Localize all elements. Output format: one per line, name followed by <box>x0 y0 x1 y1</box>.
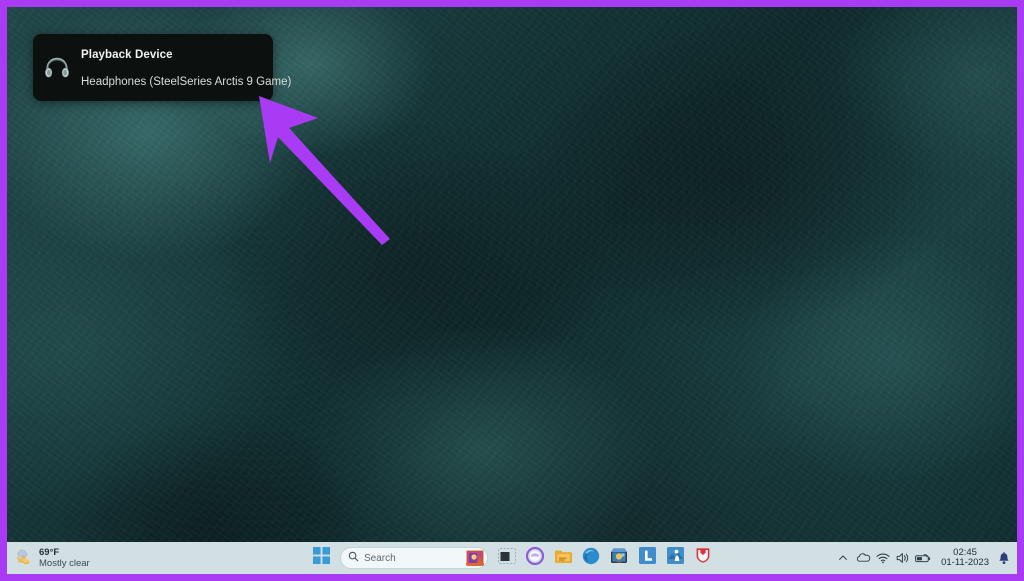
taskbar-app-copilot[interactable] <box>522 545 548 571</box>
search-highlight-thumbnail[interactable] <box>466 550 484 566</box>
speaker-icon[interactable] <box>893 543 913 573</box>
battery-icon[interactable] <box>913 543 933 573</box>
wifi-icon[interactable] <box>873 543 893 573</box>
taskbar-app-task-view[interactable] <box>494 545 520 571</box>
chevron-up-icon[interactable] <box>833 543 853 573</box>
taskbar[interactable]: 69°F Mostly clear Search 02:45 01-11-202… <box>7 542 1017 574</box>
toast-subtitle: Headphones (SteelSeries Arctis 9 Game) <box>81 75 292 88</box>
shield-icon <box>695 547 711 569</box>
weather-condition: Mostly clear <box>39 558 90 569</box>
start-button[interactable] <box>308 545 334 571</box>
headphones-icon <box>33 34 81 101</box>
copilot-icon <box>525 546 545 570</box>
weather-widget[interactable]: 69°F Mostly clear <box>7 542 98 574</box>
edge-icon <box>582 547 600 570</box>
desktop-wallpaper[interactable]: Playback Device Headphones (SteelSeries … <box>7 7 1017 574</box>
moon-cloud-icon <box>15 546 34 570</box>
clock[interactable]: 02:45 01-11-2023 <box>933 548 995 568</box>
cloud-icon[interactable] <box>853 543 873 573</box>
toast-text-block: Playback Device Headphones (SteelSeries … <box>81 47 291 89</box>
clock-date: 01-11-2023 <box>941 557 989 568</box>
letter-l-icon <box>638 547 656 569</box>
search-icon <box>348 549 359 567</box>
system-tray: 02:45 01-11-2023 <box>833 542 1017 574</box>
taskbar-center-cluster: Search <box>308 542 716 574</box>
taskbar-app-microsoft-edge[interactable] <box>578 545 604 571</box>
taskbar-app-file-explorer[interactable] <box>550 545 576 571</box>
person-blue-icon <box>666 547 684 569</box>
taskbar-app-app-l[interactable] <box>634 545 660 571</box>
annotated-screenshot-frame: Playback Device Headphones (SteelSeries … <box>0 0 1024 581</box>
search-input[interactable]: Search <box>340 547 488 569</box>
taskbar-app-security-shield[interactable] <box>690 545 716 571</box>
weather-temperature: 69°F <box>39 547 60 558</box>
task-view-icon <box>498 547 516 569</box>
taskbar-app-microsoft-store[interactable] <box>606 545 632 571</box>
search-placeholder: Search <box>364 552 396 564</box>
store-icon <box>610 547 628 569</box>
folder-icon <box>554 548 573 569</box>
playback-device-notification[interactable]: Playback Device Headphones (SteelSeries … <box>33 34 291 101</box>
bell-icon[interactable] <box>995 543 1013 573</box>
windows-logo-icon <box>312 547 330 569</box>
toast-title: Playback Device <box>81 48 173 61</box>
taskbar-app-app-person[interactable] <box>662 545 688 571</box>
weather-text: 69°F Mostly clear <box>39 547 90 569</box>
